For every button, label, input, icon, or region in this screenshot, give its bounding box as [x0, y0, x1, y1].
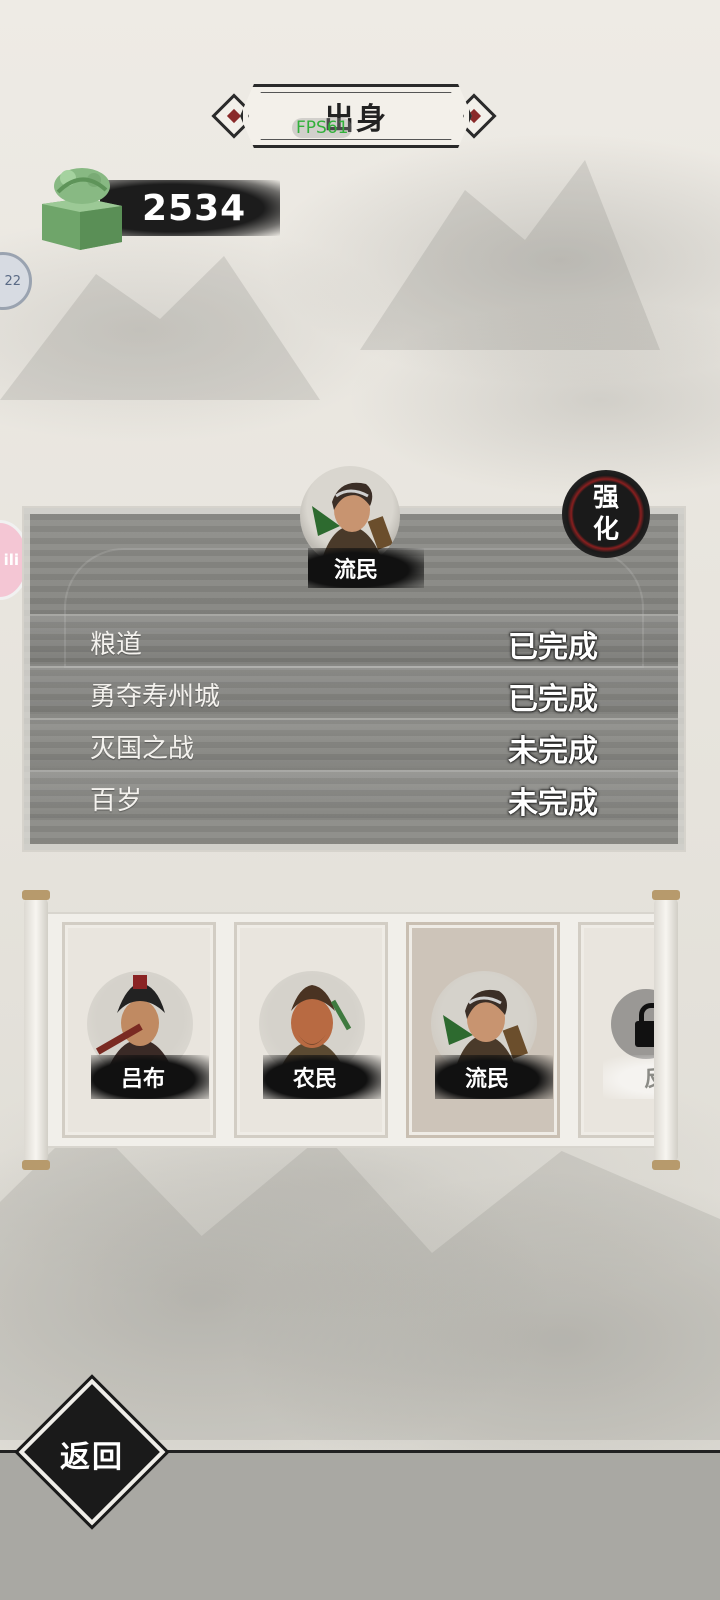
- selected-hero-name: 流民: [333, 558, 378, 583]
- selected-hero-name-plate: 流民: [308, 548, 424, 588]
- origin-name-plate: 流民: [435, 1055, 553, 1099]
- task-row: 勇夺寿州城 已完成: [30, 666, 678, 717]
- title-banner: 出身: [240, 84, 472, 148]
- jade-seal-icon: [42, 168, 122, 250]
- origin-name-plate: 农民: [263, 1055, 381, 1099]
- task-name: 勇夺寿州城: [90, 682, 221, 712]
- side-pink-text: ili: [3, 551, 19, 569]
- task-row: 百岁 未完成: [30, 770, 678, 821]
- origin-name: 农民: [292, 1067, 337, 1092]
- enhance-label-bottom: 化: [592, 515, 619, 545]
- origin-name: 流民: [464, 1067, 509, 1092]
- task-name: 百岁: [90, 786, 143, 816]
- origin-card-lubu[interactable]: 吕布: [62, 922, 216, 1138]
- back-button-label[interactable]: 返回: [40, 1432, 144, 1476]
- origin-card-refugee[interactable]: 流民: [406, 922, 560, 1138]
- task-status: 未完成: [508, 734, 598, 769]
- enhance-button[interactable]: 强 化: [562, 470, 650, 558]
- task-status: 已完成: [508, 682, 598, 717]
- task-row: 粮道 已完成: [30, 614, 678, 665]
- task-status: 未完成: [508, 786, 598, 821]
- currency-value: 2534: [142, 187, 247, 229]
- currency-display: 2534: [100, 180, 280, 236]
- origin-name-plate: 吕布: [91, 1055, 209, 1099]
- enhance-label-top: 强: [592, 483, 619, 513]
- origin-card-farmer[interactable]: 农民: [234, 922, 388, 1138]
- task-row: 灭国之战 未完成: [30, 718, 678, 769]
- task-status: 已完成: [508, 630, 598, 665]
- origin-name: 吕布: [120, 1067, 165, 1092]
- scroll-rod-right: [652, 890, 680, 1170]
- scroll-rod-left: [22, 890, 50, 1170]
- task-name: 灭国之战: [90, 734, 195, 764]
- side-badge-text: 22: [4, 273, 21, 289]
- fps-overlay: FPS61: [292, 118, 353, 138]
- origin-card-rebel-locked[interactable]: 反: [578, 922, 662, 1138]
- origin-scroll-list[interactable]: 吕布 农民 流民: [44, 912, 664, 1148]
- task-name: 粮道: [90, 630, 143, 660]
